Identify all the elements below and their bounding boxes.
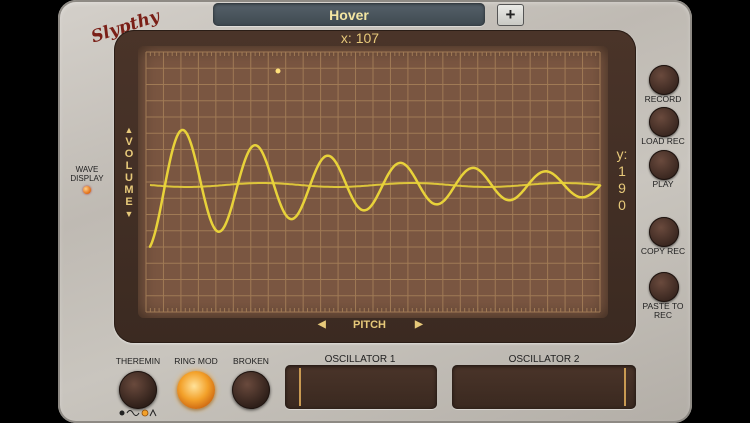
volume-letter: U [125,172,133,184]
oscillator-2-marker[interactable] [624,368,626,406]
volume-up-arrow-icon: ▲ [124,125,134,135]
oscillator-1-panel[interactable] [285,365,437,409]
wave-selector-dot-icon [119,410,125,416]
load-rec-label: LOAD REC [641,136,685,146]
volume-letter: O [124,148,134,160]
preset-selector[interactable]: Hover [213,3,485,26]
ring-mod-button[interactable] [177,371,215,409]
pitch-axis-label: ◀ PITCH ▶ [300,318,450,334]
x-coordinate-readout: x: 107 [340,30,380,46]
record-button[interactable] [649,65,679,95]
y-readout-digit: 0 [618,197,626,213]
wave-type-icons [119,408,157,417]
y-readout-label: y: [616,146,628,162]
baseline-trace [149,182,601,188]
theremin-button[interactable] [119,371,157,409]
oscillator-1-label: OSCILLATOR 1 [324,354,396,365]
wave-type-selector[interactable] [118,407,160,419]
record-label: RECORD [644,94,682,104]
plus-icon: + [505,5,516,24]
broken-label: BROKEN [233,356,269,366]
ring-mod-label: RING MOD [174,356,218,366]
wave-display-indicator[interactable]: WAVE DISPLAY [62,165,112,194]
cursor-dot [275,68,281,74]
triangle-wave-icon [149,408,157,417]
oscillator-1-marker[interactable] [299,368,301,406]
play-button[interactable] [649,150,679,180]
volume-letter: V [125,136,133,148]
volume-letter: L [125,160,133,172]
play-label: PLAY [652,179,674,189]
pitch-label: PITCH [353,319,386,331]
preset-name: Hover [329,6,369,23]
copy-rec-button[interactable] [649,217,679,247]
volume-letter: E [125,196,133,208]
waveform-trace [148,128,602,248]
pitch-left-arrow-icon: ◀ [318,319,326,330]
oscillator-2-label: OSCILLATOR 2 [508,354,580,365]
sine-wave-icon [126,410,140,416]
y-readout-digit: 1 [618,163,626,179]
pitch-right-arrow-icon: ▶ [415,319,423,330]
selected-wave-led-icon [141,409,149,417]
volume-down-arrow-icon: ▼ [124,209,134,219]
load-rec-button[interactable] [649,107,679,137]
oscilloscope-svg [145,51,602,313]
broken-button[interactable] [232,371,270,409]
add-preset-button[interactable]: + [497,4,524,26]
paste-to-rec-button[interactable] [649,272,679,302]
theremin-label: THEREMIN [115,356,161,366]
oscillator-2-panel[interactable] [452,365,636,409]
volume-axis-label: ▲ V O L U M E ▼ [122,124,136,220]
paste-to-rec-label: REC [654,310,672,320]
oscilloscope-screen[interactable] [138,46,608,318]
wave-display-led-icon [83,186,91,194]
volume-letter: M [124,184,134,196]
wave-display-label: DISPLAY [70,174,104,183]
copy-rec-label: COPY REC [640,246,686,256]
wave-display-label: WAVE [75,165,99,174]
